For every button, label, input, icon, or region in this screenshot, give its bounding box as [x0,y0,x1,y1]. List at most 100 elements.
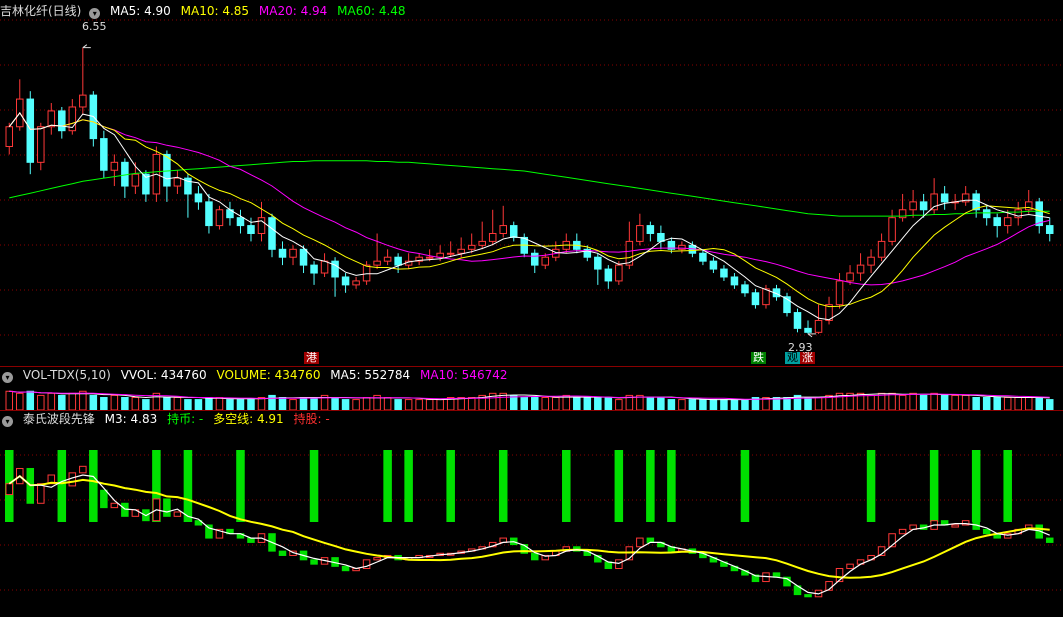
candle-body [425,256,434,259]
candle-body [509,225,518,238]
candle-body [194,193,203,203]
candle-body [720,268,728,278]
volume-bar [58,394,66,411]
indicator-ma10: MA10: 4.85 [180,4,250,18]
chevron-down-icon[interactable]: ▾ [2,416,13,427]
candle-body [488,232,497,242]
indicator-m3: M3: 4.83 [104,412,158,426]
candle-body [26,98,35,163]
candle-body [751,292,760,306]
hold-signal-bar [614,450,624,522]
indicator-ma20: MA20: 4.94 [258,4,328,18]
volume-bar [814,397,823,411]
volume-bar [278,397,287,411]
indicator-candle [804,594,812,598]
indicator-candle [247,537,255,543]
hold-signal-bar [446,450,455,522]
ind-header: ▾ 泰氏波段先锋 M3: 4.83 持币: - 多空线: 4.91 持股: - [0,411,1063,427]
signal-guan: 观 [785,351,800,364]
volume-bar [425,399,434,411]
indicator-vvol: VVOL: 434760 [120,368,207,382]
indicator-candle [951,524,959,528]
candle-body [888,217,896,242]
vol-header: ▾ VOL-TDX(5,10) VVOL: 434760 VOLUME: 434… [0,367,1063,383]
candle-body [205,201,213,227]
candle-body [867,256,875,266]
volume-bar [89,394,98,411]
volume-bar [1003,397,1012,411]
volume-bar [236,399,245,411]
volume-bar [226,399,234,411]
hold-signal-bar [971,450,981,522]
candle-body [352,280,360,286]
candle-body [604,268,613,282]
candle-body [79,94,87,108]
candle-body [709,260,718,270]
candle-body [982,209,991,219]
hold-signal-bar [383,450,392,522]
indicator-volume: VOLUME: 434760 [216,368,321,382]
candle-body [5,126,14,148]
volume-bar [1014,397,1022,411]
candle-body [373,260,381,266]
volume-bar [26,390,35,411]
volume-bar [184,399,192,411]
volume-bar [667,399,676,411]
candle-body [940,193,949,203]
volume-bar [299,397,308,411]
volume-bar [646,397,655,411]
indicator-candle [100,489,108,509]
volume-bar [415,399,423,411]
indicator-chigu: 持股: - [293,412,330,426]
volume-bar [678,399,686,411]
candle-body [499,225,507,234]
hold-signal-bar [404,450,413,522]
volume-bar [594,397,602,411]
indicator-vol-ma10: MA10: 546742 [419,368,508,382]
volume-bar [604,397,613,411]
indicator-candle [37,483,45,504]
candle-body [394,256,402,266]
candle-body [636,225,644,242]
candle-body [877,240,886,258]
volume-bar [268,394,276,411]
volume-bar [47,392,56,411]
candle-body [699,252,707,262]
candle-body [993,217,1001,227]
volume-bar [993,397,1001,411]
candle-body [320,260,329,274]
volume-bar [1045,399,1054,411]
candle-body [310,264,318,274]
candle-body [1003,217,1012,227]
volume-bar [930,392,938,411]
volume-bar [37,394,45,411]
candle-body [741,284,749,294]
candle-body [457,248,465,254]
hold-signal-bar [646,450,655,522]
chevron-down-icon[interactable]: ▾ [2,372,13,383]
volume-bar [730,399,739,411]
indicator-candle [110,502,119,509]
volume-bar [951,394,959,411]
volume-bar [383,397,392,411]
indicator-candle [530,552,539,561]
indicator-duokong: 多空线: 4.91 [213,412,284,426]
chevron-down-icon[interactable]: ▾ [89,8,101,19]
candle-body [215,209,224,227]
candle-body [47,110,56,128]
candle-body [247,225,255,234]
volume-bar [552,397,560,411]
hold-signal-bar [498,450,508,522]
volume-bar [898,394,907,411]
volume-bar [331,397,339,411]
signal-die: 跌 [751,351,766,364]
volume-bar [783,397,791,411]
candle-body [919,201,928,211]
hold-signal-bar [667,450,676,522]
candle-body [436,252,444,258]
volume-bar [982,397,991,411]
candle-body [446,252,455,255]
indicator-candle [604,561,613,570]
volume-bar [289,399,297,411]
candle-body [467,244,476,250]
